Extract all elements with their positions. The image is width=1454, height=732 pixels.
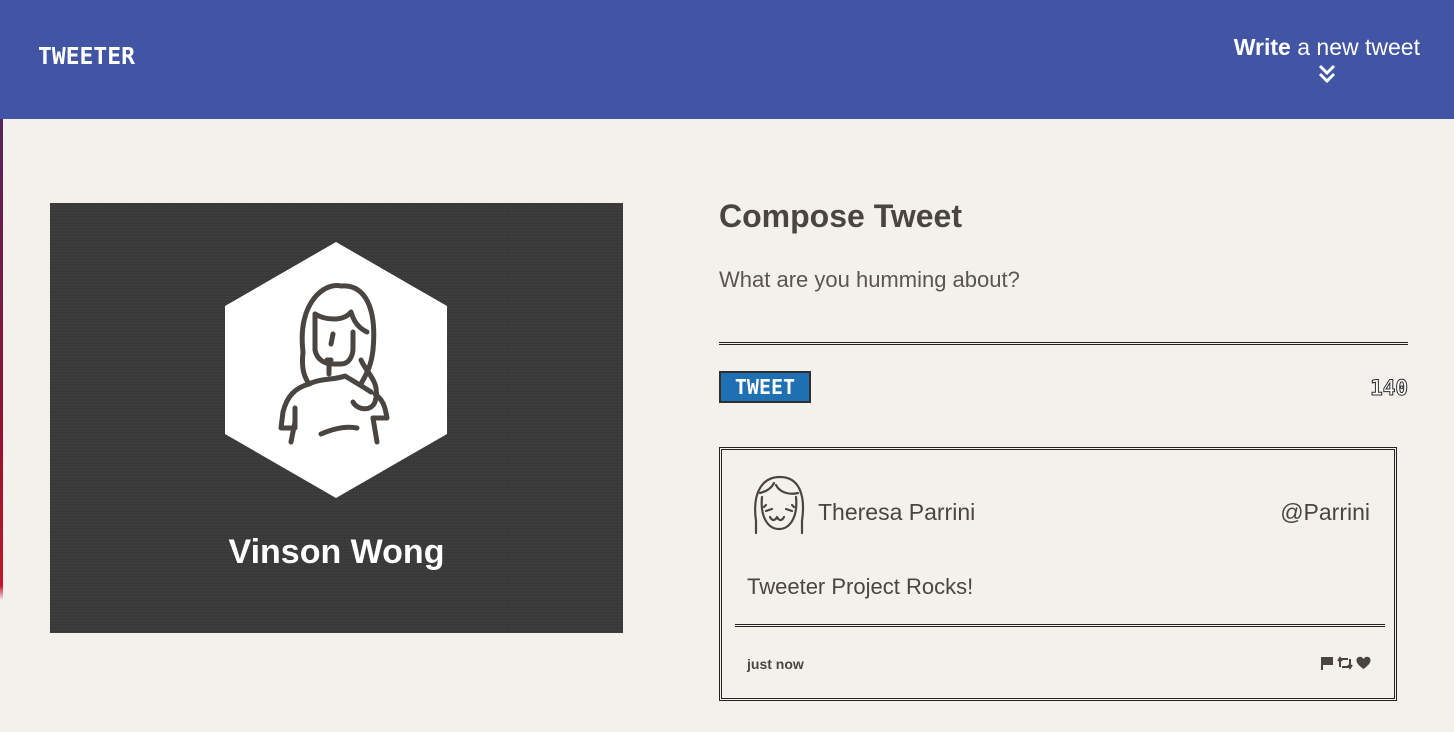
- tweet-input[interactable]: [719, 267, 1408, 345]
- tweet-actions: [1320, 656, 1371, 670]
- tweet-timestamp: just now: [747, 656, 804, 672]
- profile-name: Vinson Wong: [228, 533, 445, 571]
- top-nav: TWEETER Write a new tweet: [0, 0, 1454, 119]
- heart-icon[interactable]: [1356, 656, 1371, 670]
- flag-icon[interactable]: [1320, 656, 1334, 670]
- tweet-text: Tweeter Project Rocks!: [747, 574, 974, 599]
- write-rest-label: a new tweet: [1290, 34, 1420, 60]
- tweet-author-handle[interactable]: @Parrini: [1280, 499, 1370, 526]
- write-new-tweet-label: Write a new tweet: [1234, 34, 1420, 61]
- double-chevron-down-icon[interactable]: [1316, 63, 1338, 85]
- tweet-card: Theresa Parrini @Parrini Tweeter Project…: [719, 447, 1397, 701]
- user-avatar-icon: [754, 475, 805, 535]
- write-bold-label: Write: [1233, 34, 1291, 60]
- character-counter: 140: [1370, 376, 1409, 401]
- compose-section: Compose Tweet TWEET 140: [719, 198, 1409, 403]
- app-logo[interactable]: TWEETER: [38, 44, 135, 70]
- tweet-author-name[interactable]: Theresa Parrini: [818, 499, 975, 526]
- retweet-icon[interactable]: [1337, 656, 1353, 670]
- write-new-tweet-toggle[interactable]: Write a new tweet: [1234, 34, 1420, 85]
- compose-title: Compose Tweet: [719, 198, 962, 234]
- tweet-button[interactable]: TWEET: [719, 371, 811, 403]
- profile-card: Vinson Wong: [50, 203, 623, 633]
- tweet-divider: [735, 624, 1385, 627]
- hexagon-avatar-icon: [225, 242, 447, 498]
